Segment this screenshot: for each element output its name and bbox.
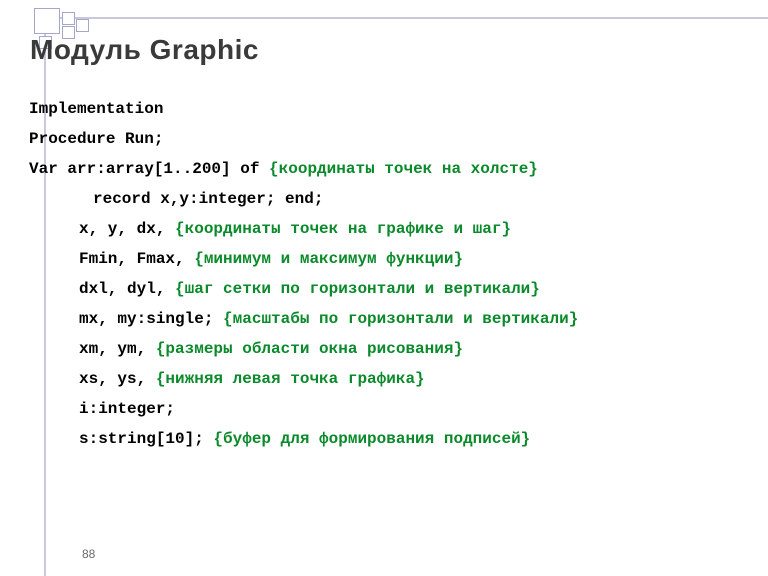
code-line: x, y, dx, {координаты точек на графике и… [29,214,739,244]
code-line: record x,y:integer; end; [29,184,739,214]
code-line: i:integer; [29,394,739,424]
slide-title: Модуль Graphic [30,34,259,66]
code-line: s:string[10]; {буфер для формирования по… [29,424,739,454]
code-line: Implementation [29,94,739,124]
code-line: xs, ys, {нижняя левая точка графика} [29,364,739,394]
code-line: dxl, dyl, {шаг сетки по горизонтали и ве… [29,274,739,304]
code-block: Implementation Procedure Run; Var arr:ar… [29,94,739,454]
code-line: Fmin, Fmax, {минимум и максимум функции} [29,244,739,274]
code-line: mx, my:single; {масштабы по горизонтали … [29,304,739,334]
page-number: 88 [82,547,95,561]
code-line: Var arr:array[1..200] of {координаты точ… [29,154,739,184]
code-line: Procedure Run; [29,124,739,154]
code-line: xm, ym, {размеры области окна рисования} [29,334,739,364]
